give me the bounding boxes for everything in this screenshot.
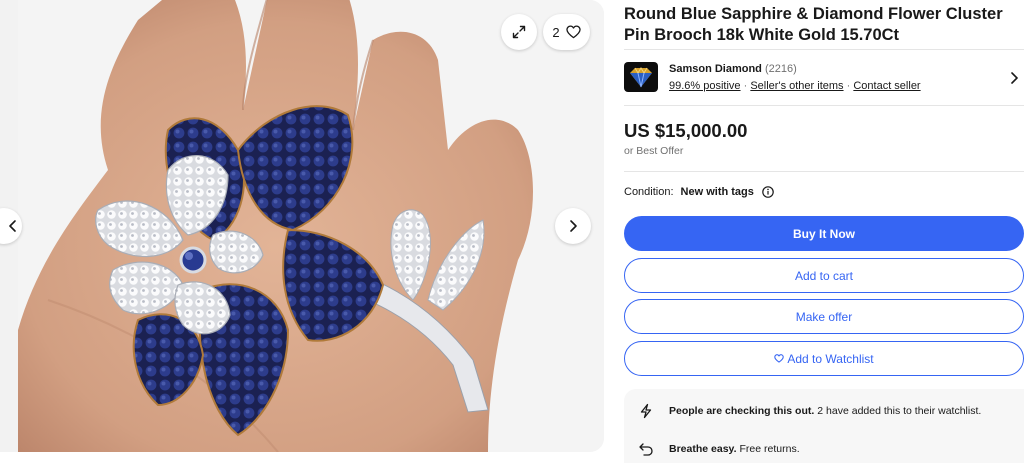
separator: ·	[743, 80, 748, 92]
item-price: US $15,000.00	[624, 120, 748, 141]
seller-feedback-count: (2216)	[764, 63, 797, 75]
listing-page: 2 Round Blue Sapphire & Diamond Flower C…	[0, 0, 1024, 463]
lightning-icon	[640, 403, 652, 419]
heart-icon	[565, 25, 581, 39]
add-to-cart-button[interactable]: Add to cart	[624, 258, 1024, 293]
seller-name[interactable]: Samson Diamond	[669, 63, 762, 75]
image-gallery: 2	[0, 0, 604, 452]
expand-icon	[512, 25, 526, 39]
gallery-watch-button[interactable]: 2	[543, 14, 590, 50]
seller-logo	[624, 62, 658, 92]
info-icon[interactable]	[762, 186, 774, 198]
watchers-note-bold: People are checking this out.	[669, 405, 815, 417]
make-offer-button[interactable]: Make offer	[624, 299, 1024, 334]
add-to-watchlist-button[interactable]: Add to Watchlist	[624, 341, 1024, 376]
item-details-panel: Round Blue Sapphire & Diamond Flower Clu…	[624, 0, 1024, 463]
item-title: Round Blue Sapphire & Diamond Flower Clu…	[624, 5, 1003, 44]
contact-seller-link[interactable]: Contact seller	[853, 80, 920, 92]
return-arrow-icon	[639, 443, 653, 456]
chevron-left-icon	[9, 220, 16, 232]
condition-label: Condition:	[624, 186, 674, 198]
seller-links: 99.6% positive · Seller's other items · …	[669, 80, 921, 92]
product-photo[interactable]	[18, 0, 604, 452]
best-offer-note: or Best Offer	[624, 145, 684, 157]
returns-note-text: Free returns.	[739, 443, 800, 455]
returns-note: Breathe easy. Free returns.	[638, 441, 800, 457]
divider	[624, 49, 1024, 50]
divider	[624, 105, 1024, 106]
chevron-right-icon	[1011, 72, 1018, 84]
watchers-note-text: 2 have added this to their watchlist.	[817, 405, 982, 417]
next-image-button[interactable]	[555, 208, 591, 244]
buy-it-now-button[interactable]: Buy It Now	[624, 216, 1024, 251]
returns-note-bold: Breathe easy.	[669, 443, 737, 455]
condition-row: Condition: New with tags	[624, 186, 774, 198]
heart-icon	[774, 354, 785, 363]
add-to-watchlist-label: Add to Watchlist	[787, 351, 874, 366]
watchers-note: People are checking this out. 2 have add…	[638, 403, 981, 419]
watch-count: 2	[552, 24, 560, 40]
info-notes: People are checking this out. 2 have add…	[624, 389, 1024, 463]
seller-card[interactable]: Samson Diamond (2216) 99.6% positive · S…	[624, 60, 1024, 96]
divider	[624, 171, 1024, 172]
expand-button[interactable]	[501, 14, 537, 50]
seller-positive-link[interactable]: 99.6% positive	[669, 80, 741, 92]
separator: ·	[846, 80, 851, 92]
chevron-right-icon	[570, 220, 577, 232]
seller-other-items-link[interactable]: Seller's other items	[750, 80, 843, 92]
condition-value: New with tags	[680, 186, 754, 198]
